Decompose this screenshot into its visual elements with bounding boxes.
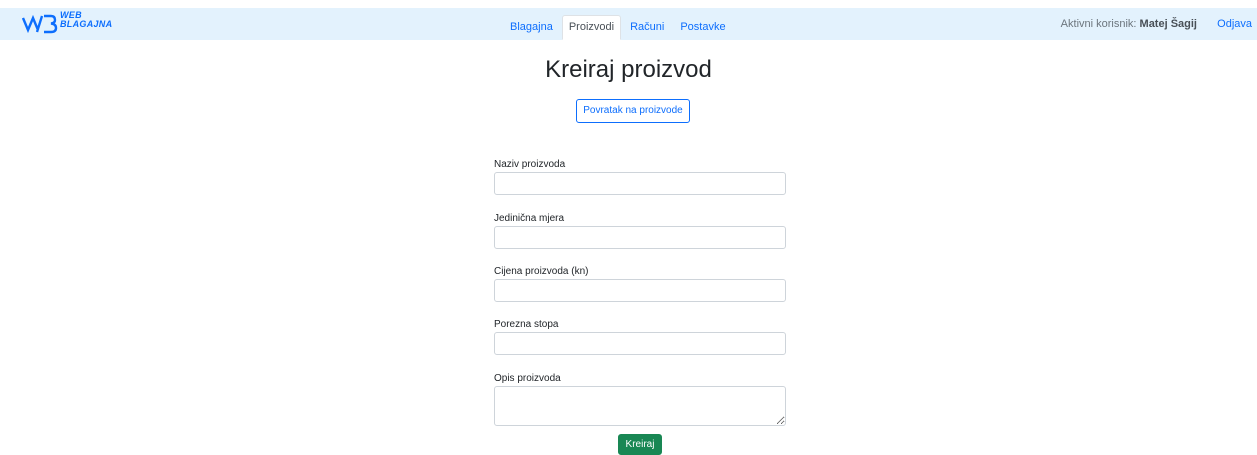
description-textarea[interactable] <box>494 386 786 426</box>
logo[interactable] <box>22 12 58 36</box>
nav-item-racuni[interactable]: Računi <box>623 15 671 40</box>
price-input[interactable] <box>494 279 786 302</box>
unit-input[interactable] <box>494 226 786 249</box>
product-name-label: Naziv proizvoda <box>494 159 566 170</box>
logo-text: WEB BLAGAJNA <box>60 11 112 29</box>
logo-text-line2: BLAGAJNA <box>60 19 113 29</box>
create-button[interactable]: Kreiraj <box>618 434 662 455</box>
nav-item-proizvodi[interactable]: Proizvodi <box>561 15 622 40</box>
back-to-products-button[interactable]: Povratak na proizvode <box>576 99 690 123</box>
product-name-input[interactable] <box>494 172 786 195</box>
page-title: Kreiraj proizvod <box>545 56 712 83</box>
nav-item-blagajna[interactable]: Blagajna <box>503 15 560 40</box>
price-label: Cijena proizvoda (kn) <box>494 266 589 277</box>
nav-item-postavke[interactable]: Postavke <box>673 15 732 40</box>
unit-label: Jedinična mjera <box>494 213 565 224</box>
logout-link[interactable]: Odjava <box>1217 18 1252 30</box>
active-user-prefix: Aktivni korisnik: <box>1060 18 1137 30</box>
top-navbar: WEB BLAGAJNA Blagajna Proizvodi Računi P… <box>0 8 1257 40</box>
tax-rate-label: Porezna stopa <box>494 319 559 330</box>
active-user: Aktivni korisnik: Matej Šagij <box>1061 18 1197 30</box>
main-nav: Blagajna Proizvodi Računi Postavke <box>503 15 735 40</box>
tax-rate-input[interactable] <box>494 332 786 355</box>
active-user-name: Matej Šagij <box>1139 18 1197 30</box>
description-label: Opis proizvoda <box>494 373 561 384</box>
logo-icon <box>22 14 58 34</box>
